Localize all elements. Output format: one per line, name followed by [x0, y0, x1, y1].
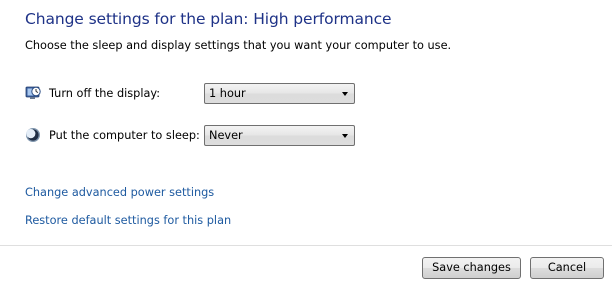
- chevron-down-icon: [342, 92, 348, 96]
- page-subtitle: Choose the sleep and display settings th…: [25, 39, 452, 52]
- footer-divider: [0, 245, 612, 246]
- save-changes-button[interactable]: Save changes: [422, 257, 521, 279]
- restore-defaults-link[interactable]: Restore default settings for this plan: [25, 214, 231, 227]
- moon-sleep-icon: [25, 127, 41, 143]
- power-plan-settings-page: Change settings for the plan: High perfo…: [0, 0, 612, 287]
- cancel-button[interactable]: Cancel: [530, 257, 604, 279]
- sleep-timeout-value: Never: [209, 129, 243, 142]
- display-timeout-value: 1 hour: [209, 87, 246, 100]
- sleep-timeout-select[interactable]: Never: [204, 125, 355, 146]
- sleep-timeout-label: Put the computer to sleep:: [49, 129, 200, 142]
- display-timeout-select[interactable]: 1 hour: [204, 83, 355, 104]
- advanced-power-settings-link[interactable]: Change advanced power settings: [25, 186, 214, 199]
- page-title: Change settings for the plan: High perfo…: [25, 10, 392, 28]
- chevron-down-icon: [342, 134, 348, 138]
- display-timeout-label: Turn off the display:: [49, 87, 161, 100]
- monitor-clock-icon: [25, 85, 41, 101]
